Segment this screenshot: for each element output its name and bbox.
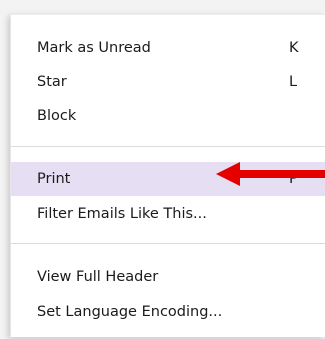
menu-item-label: Star: [37, 74, 67, 90]
menu-separator: [11, 243, 325, 244]
menu-item-view-full-header[interactable]: View Full Header: [11, 260, 325, 294]
menu-item-shortcut: K: [289, 40, 299, 56]
menu-item-label: View Full Header: [37, 269, 159, 285]
menu-item-star[interactable]: Star L: [11, 65, 325, 99]
menu-item-filter-emails-like-this[interactable]: Filter Emails Like This...: [11, 197, 325, 231]
menu-item-label: Print: [37, 171, 71, 187]
screenshot-canvas: Mark as Unread K Star L Block Print P Fi…: [0, 0, 325, 339]
menu-item-label: Filter Emails Like This...: [37, 206, 207, 222]
menu-item-mark-as-unread[interactable]: Mark as Unread K: [11, 31, 325, 65]
menu-item-label: Mark as Unread: [37, 40, 151, 56]
menu-item-shortcut: L: [289, 74, 298, 90]
menu-item-set-language-encoding[interactable]: Set Language Encoding...: [11, 295, 325, 329]
menu-item-block[interactable]: Block: [11, 99, 325, 133]
menu-separator: [11, 146, 325, 147]
menu-item-label: Set Language Encoding...: [37, 304, 223, 320]
menu-item-label: Block: [37, 108, 77, 124]
red-arrow-left-icon: [216, 162, 325, 186]
